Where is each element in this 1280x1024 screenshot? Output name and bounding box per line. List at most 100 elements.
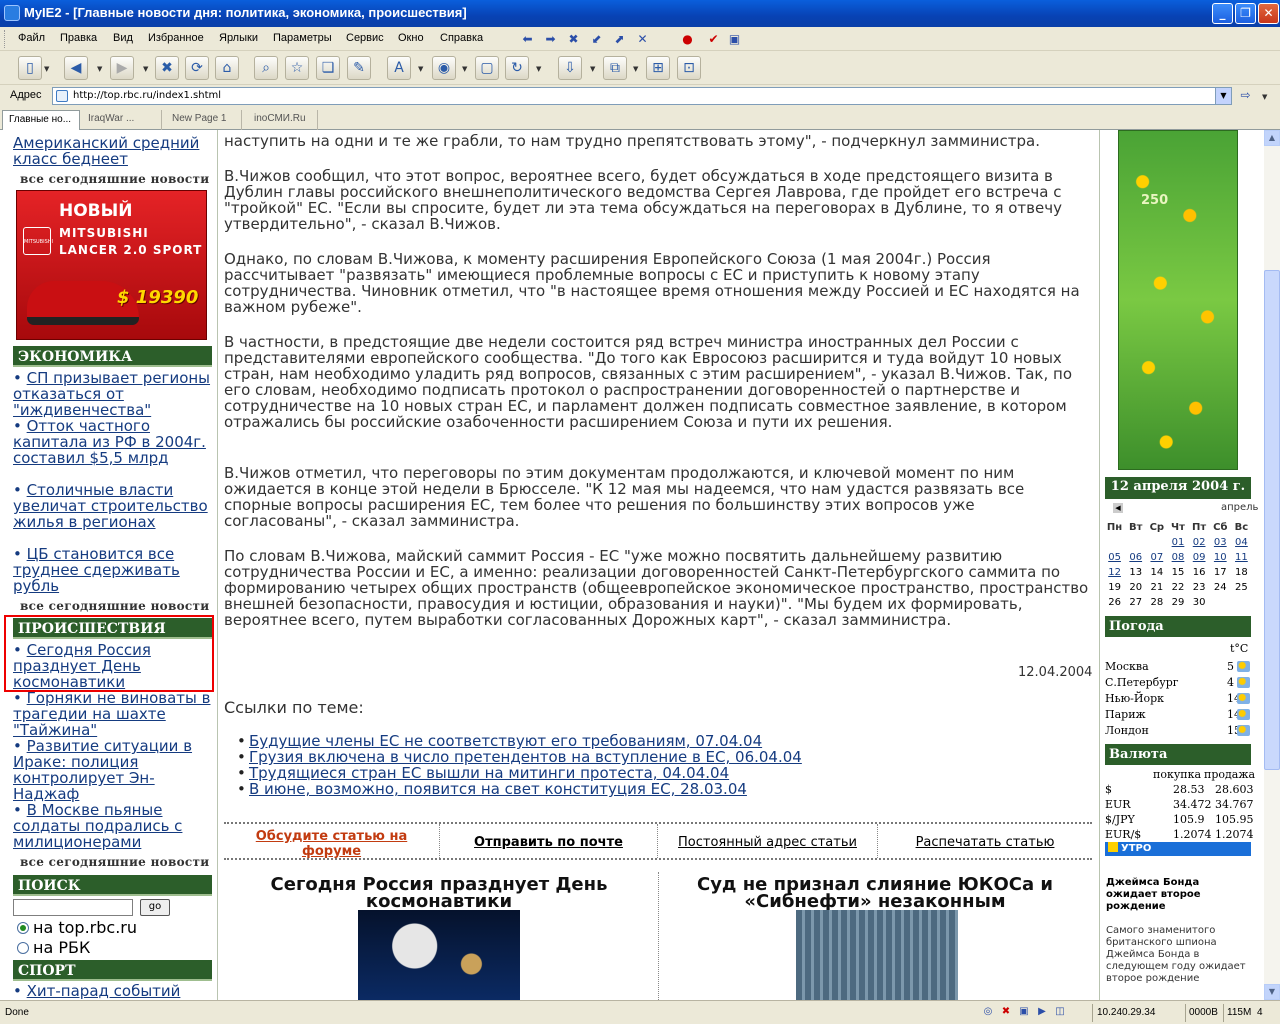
tab-iraqwar[interactable]: IraqWar ...	[82, 110, 162, 130]
home-icon[interactable]: ⌂	[215, 56, 239, 80]
chevron-down-icon[interactable]: ▼	[1215, 88, 1231, 104]
related-link[interactable]: Грузия включена в число претендентов на …	[237, 749, 802, 765]
scrollbar-thumb[interactable]	[1264, 270, 1280, 770]
send-mail-link[interactable]: Отправить по почте	[440, 824, 658, 858]
note-icon[interactable]: ✎	[347, 56, 371, 80]
menu-shortcuts[interactable]: Ярлыки	[219, 32, 258, 44]
economy-news-link[interactable]: СП призывает регионы отказаться от "ижди…	[13, 369, 210, 419]
teaser-title[interactable]: Суд не признал слияние ЮКОСа и «Сибнефти…	[670, 876, 1080, 911]
menu-help[interactable]: Справка	[440, 32, 483, 44]
scroll-down-icon[interactable]: ▼	[1264, 984, 1280, 1000]
menu-favorites[interactable]: Избранное	[148, 32, 204, 44]
chevron-down-icon[interactable]: ▼	[590, 65, 595, 73]
menu-window[interactable]: Окно	[398, 32, 424, 44]
teaser-title[interactable]: Сегодня Россия празднует День космонавти…	[234, 876, 644, 911]
chevron-down-icon[interactable]: ▼	[462, 65, 467, 73]
download-icon[interactable]: ⇩	[558, 56, 582, 80]
address-input[interactable]: http://top.rbc.ru/index1.shtml ▼	[52, 87, 1232, 105]
weather-title[interactable]: Погода	[1105, 616, 1251, 637]
print-link[interactable]: Распечатать статью	[878, 824, 1092, 858]
section-search[interactable]: ПОИСК	[13, 875, 212, 896]
tab-inosmi[interactable]: inoСМИ.Ru	[248, 110, 318, 130]
tab-rbc[interactable]: Главные но...	[2, 110, 80, 130]
related-link[interactable]: Трудящиеся стран ЕС вышли на митинги про…	[237, 765, 729, 781]
search-input[interactable]	[13, 899, 133, 916]
radio-top-rbc[interactable]	[17, 922, 29, 934]
favorites-icon[interactable]: ☆	[285, 56, 309, 80]
scroll-up-icon[interactable]: ▲	[1264, 130, 1280, 146]
popup-block-icon[interactable]: ◉	[432, 56, 456, 80]
arrow-left-icon[interactable]: ⬅	[520, 32, 535, 46]
mitsubishi-ad-banner[interactable]: MITSUBISHI НОВЫЙ MITSUBISHI LANCER 2.0 S…	[16, 190, 207, 340]
go-button[interactable]: go	[140, 899, 170, 916]
refresh-icon[interactable]: ⟳	[185, 56, 209, 80]
address-url[interactable]: http://top.rbc.ru/index1.shtml	[73, 90, 221, 101]
related-link[interactable]: В июне, возможно, появится на свет конст…	[237, 781, 747, 797]
history-icon[interactable]: ❏	[316, 56, 340, 80]
calendar-day[interactable]: 02	[1189, 535, 1210, 550]
close-button[interactable]: ✕	[1258, 3, 1279, 24]
weather-city[interactable]: Нью-Йорк	[1105, 692, 1164, 705]
radio-rbc[interactable]	[17, 942, 29, 954]
image-icon[interactable]: ▣	[1018, 1006, 1030, 1018]
related-link[interactable]: Будущие члены ЕС не соответствуют его тр…	[237, 733, 762, 749]
building-image[interactable]	[796, 910, 958, 1000]
calendar-day[interactable]: 03	[1210, 535, 1231, 550]
weather-city[interactable]: Париж	[1105, 708, 1146, 721]
tab-new-page[interactable]: New Page 1	[166, 110, 242, 130]
block-icon[interactable]: ✖	[1000, 1006, 1012, 1018]
arrow-right-icon[interactable]: ➡	[543, 32, 558, 46]
vertical-scrollbar[interactable]: ▲ ▼	[1264, 130, 1280, 1000]
weather-city[interactable]: Москва	[1105, 660, 1149, 673]
go-icon[interactable]: ⇨	[1238, 88, 1253, 102]
new-page-icon[interactable]: ▯	[18, 56, 42, 80]
chevron-down-icon[interactable]: ▼	[633, 65, 638, 73]
all-news-link[interactable]: все сегодняшние новости	[20, 172, 209, 186]
script-icon[interactable]: ◫	[1054, 1006, 1066, 1018]
minimize-all-icon[interactable]: ⬋	[589, 32, 604, 46]
check-icon[interactable]: ✔	[706, 32, 721, 46]
calendar-day[interactable]: 12	[1104, 565, 1125, 580]
discuss-forum-link[interactable]: Обсудите статью на форуме	[224, 824, 440, 859]
menu-service[interactable]: Сервис	[346, 32, 384, 44]
stop-icon[interactable]: ✖	[155, 56, 179, 80]
utro-banner[interactable]: УТРО	[1105, 842, 1251, 856]
all-news-link[interactable]: все сегодняшние новости	[20, 855, 209, 869]
menu-edit[interactable]: Правка	[60, 32, 97, 44]
layout-icon[interactable]: ⊡	[677, 56, 701, 80]
chevron-down-icon[interactable]: ▼	[536, 65, 541, 73]
chevron-down-icon[interactable]: ▼	[143, 65, 148, 73]
close-tab-icon[interactable]: ✕	[635, 32, 650, 46]
minimize-button[interactable]: _	[1212, 3, 1233, 24]
weather-city[interactable]: Лондон	[1105, 724, 1149, 737]
incident-news-link[interactable]: Горняки не виноваты в трагедии на шахте …	[13, 689, 210, 739]
menu-file[interactable]: Файл	[18, 32, 45, 44]
economy-news-link[interactable]: Столичные власти увеличат строительство …	[13, 481, 208, 531]
group-icon[interactable]: ⧉	[603, 56, 627, 80]
menu-options[interactable]: Параметры	[273, 32, 332, 44]
calendar-day[interactable]: 06	[1125, 550, 1146, 565]
section-economy[interactable]: ЭКОНОМИКА	[13, 346, 212, 367]
forward-icon[interactable]: ▶	[110, 56, 134, 80]
globe-icon[interactable]: ◎	[982, 1006, 994, 1018]
translate-icon[interactable]: A	[387, 56, 411, 80]
flower-banner[interactable]: 250	[1118, 130, 1238, 470]
close-all-icon[interactable]: ✖	[566, 32, 581, 46]
fullscreen-icon[interactable]: ▢	[475, 56, 499, 80]
calendar-day[interactable]: 04	[1231, 535, 1252, 550]
calendar-day[interactable]: 01	[1167, 535, 1188, 550]
permalink-link[interactable]: Постоянный адрес статьи	[658, 824, 878, 858]
calendar-day[interactable]: 05	[1104, 550, 1125, 565]
chevron-left-icon[interactable]: ◀	[1113, 503, 1123, 513]
tile-icon[interactable]: ⊞	[646, 56, 670, 80]
media-icon[interactable]: ▶	[1036, 1006, 1048, 1018]
incident-news-link[interactable]: Развитие ситуации в Ираке: полиция контр…	[13, 737, 192, 803]
calendar-day[interactable]: 07	[1146, 550, 1167, 565]
calendar-day[interactable]: 10	[1210, 550, 1231, 565]
back-icon[interactable]: ◀	[64, 56, 88, 80]
sport-news-link[interactable]: Хит-парад событий	[27, 982, 181, 1000]
restore-all-icon[interactable]: ⬈	[612, 32, 627, 46]
bond-headline[interactable]: Джеймса Бонда ожидает второе рождение	[1106, 877, 1246, 913]
search-icon[interactable]: ⌕	[254, 56, 278, 80]
economy-news-link[interactable]: ЦБ становится все труднее сдерживать руб…	[13, 545, 180, 595]
